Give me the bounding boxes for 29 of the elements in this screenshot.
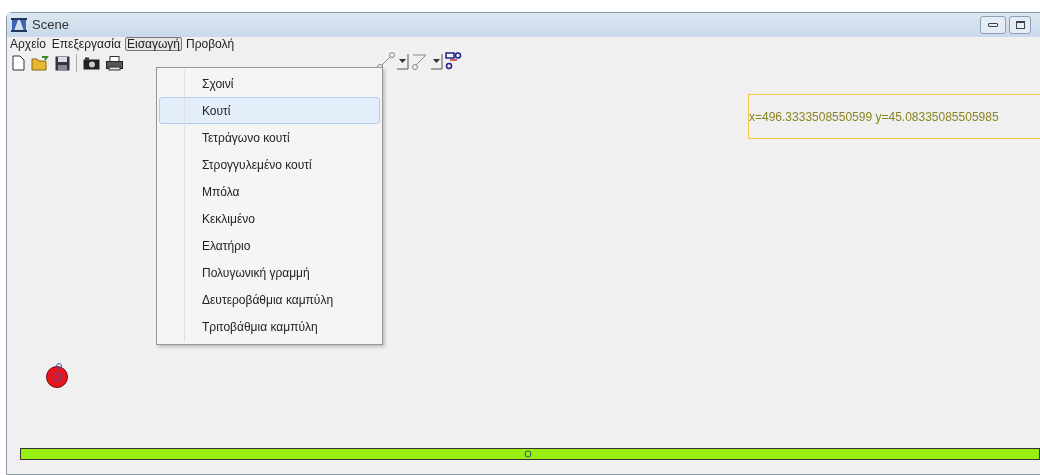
dropdown-arrow-icon[interactable] bbox=[397, 52, 409, 70]
window-title: Scene bbox=[32, 16, 69, 35]
menu-option[interactable]: Ελατήριο bbox=[159, 232, 380, 259]
menu-option[interactable]: Μπόλα bbox=[159, 178, 380, 205]
menu-item[interactable]: Επεξεργασία bbox=[49, 36, 123, 51]
menu-option[interactable]: Στρογγυλεμένο κουτί bbox=[159, 151, 380, 178]
folder-icon bbox=[31, 55, 49, 71]
node-tool-icon bbox=[445, 52, 463, 70]
ball-drawing bbox=[46, 363, 68, 389]
menu-option[interactable]: Πολυγωνική γραμμή bbox=[159, 259, 380, 286]
polyline-tool-icon bbox=[411, 52, 429, 70]
dropdown-arrow-icon[interactable] bbox=[431, 52, 443, 70]
camera-icon bbox=[83, 56, 100, 70]
menu-option[interactable]: Κεκλιμένο bbox=[159, 205, 380, 232]
maximize-button[interactable] bbox=[1009, 16, 1031, 34]
coordinates-text: x=496.3333508550599 y=45.08335085505985 bbox=[749, 108, 999, 126]
handle-icon bbox=[524, 450, 532, 458]
menu-item[interactable]: Αρχείο bbox=[8, 36, 48, 51]
minimize-button[interactable] bbox=[980, 16, 1006, 34]
menu-option[interactable]: Δευτεροβάθμια καμπύλη bbox=[159, 286, 380, 313]
new-file-icon bbox=[12, 55, 25, 71]
menu-option[interactable]: Κουτί bbox=[159, 97, 380, 124]
save-icon bbox=[55, 55, 70, 71]
menu-option[interactable]: Τριτοβάθμια καμπύλη bbox=[159, 313, 380, 340]
menu-option[interactable]: Τετράγωνο κουτί bbox=[159, 124, 380, 151]
menu-option[interactable]: Σχοινί bbox=[159, 70, 380, 97]
printer-icon bbox=[106, 55, 123, 71]
curtain-icon bbox=[11, 18, 27, 32]
menu-item[interactable]: Προβολή bbox=[184, 36, 237, 51]
